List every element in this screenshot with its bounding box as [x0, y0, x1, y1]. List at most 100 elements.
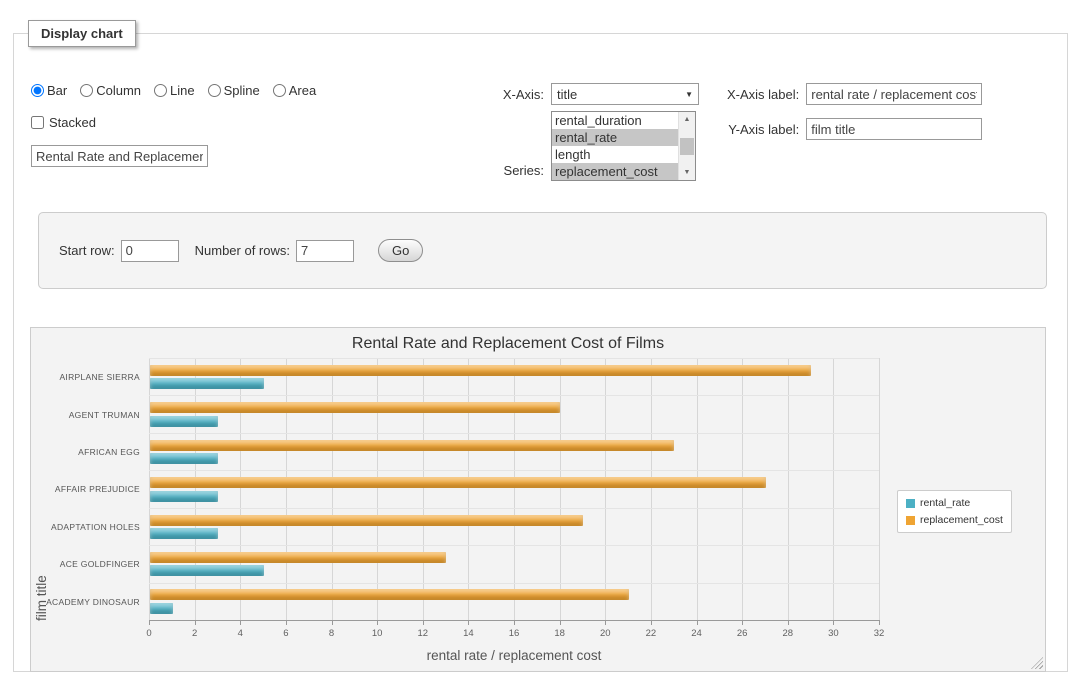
chart-type-column[interactable]: Column	[80, 83, 141, 98]
x-tick-mark	[423, 620, 424, 625]
series-option-rental_rate[interactable]: rental_rate	[552, 129, 678, 146]
x-tick-mark	[833, 620, 834, 625]
category-label: ADAPTATION HOLES	[51, 522, 140, 532]
category-label: AGENT TRUMAN	[69, 410, 140, 420]
x-axis-select-value: title	[557, 87, 577, 102]
chart-title-input[interactable]	[31, 145, 208, 167]
legend-item-rental_rate[interactable]: rental_rate	[906, 497, 1003, 509]
chart-category-row: AFFAIR PREJUDICE	[149, 470, 879, 507]
x-tick-mark	[195, 620, 196, 625]
x-tick-label: 18	[554, 628, 565, 639]
start-row-label: Start row:	[59, 243, 115, 258]
chart-type-label: Line	[170, 83, 195, 98]
x-tick-label: 26	[737, 628, 748, 639]
scrollbar-thumb[interactable]	[680, 138, 694, 155]
x-tick-label: 0	[146, 628, 151, 639]
x-tick-label: 32	[874, 628, 885, 639]
chart-category-row: ACADEMY DINOSAUR	[149, 583, 879, 620]
x-tick-mark	[514, 620, 515, 625]
x-axis-title: rental rate / replacement cost	[149, 648, 879, 663]
y-axis-label-label: Y-Axis label:	[728, 122, 799, 137]
chart-type-label: Bar	[47, 83, 67, 98]
x-tick-mark	[651, 620, 652, 625]
scrollbar-track[interactable]	[679, 127, 695, 165]
chart-type-radio-spline[interactable]	[208, 84, 221, 97]
x-tick-mark	[468, 620, 469, 625]
bar-rental_rate	[150, 453, 218, 464]
x-tick-mark	[605, 620, 606, 625]
category-label: AFRICAN EGG	[78, 447, 140, 457]
x-tick-label: 2	[192, 628, 197, 639]
display-chart-panel: Display chart BarColumnLineSplineArea St…	[13, 20, 1068, 672]
chart-category-row: ACE GOLDFINGER	[149, 545, 879, 582]
x-tick-mark	[149, 620, 150, 625]
chart-type-radio-column[interactable]	[80, 84, 93, 97]
chart-type-label: Spline	[224, 83, 260, 98]
x-tick-mark	[560, 620, 561, 625]
x-tick-mark	[788, 620, 789, 625]
bar-replacement_cost	[150, 552, 446, 563]
series-options: rental_durationrental_ratelengthreplacem…	[552, 112, 678, 180]
series-listbox[interactable]: rental_durationrental_ratelengthreplacem…	[551, 111, 696, 181]
axis-labels-column: X-Axis label: Y-Axis label:	[727, 83, 982, 140]
bar-rental_rate	[150, 491, 218, 502]
stacked-checkbox[interactable]	[31, 116, 44, 129]
x-tick-label: 20	[600, 628, 611, 639]
gridline	[879, 358, 880, 620]
x-axis-select[interactable]: title ▼	[551, 83, 699, 105]
chart-options-column: Bar Column Line Spline Area Stacked	[31, 83, 316, 167]
chart-category-row: AFRICAN EGG	[149, 433, 879, 470]
chart-type-radio-area[interactable]	[273, 84, 286, 97]
scroll-up-icon[interactable]: ▲	[679, 112, 695, 127]
bar-replacement_cost	[150, 477, 766, 488]
bar-replacement_cost	[150, 365, 811, 376]
chart-type-radio-bar[interactable]	[31, 84, 44, 97]
chart-type-line[interactable]: Line	[154, 83, 195, 98]
resize-handle-icon[interactable]	[1031, 657, 1043, 669]
series-option-length[interactable]: length	[552, 146, 678, 163]
stacked-checkbox-row[interactable]: Stacked	[31, 115, 316, 130]
x-tick-label: 4	[238, 628, 243, 639]
chart-type-spline[interactable]: Spline	[208, 83, 260, 98]
go-button[interactable]: Go	[378, 239, 423, 262]
bar-rental_rate	[150, 378, 264, 389]
category-label: ACADEMY DINOSAUR	[46, 597, 140, 607]
category-label: ACE GOLDFINGER	[60, 559, 140, 569]
category-label: AFFAIR PREJUDICE	[55, 484, 140, 494]
chart-type-radio-line[interactable]	[154, 84, 167, 97]
x-tick-label: 12	[417, 628, 428, 639]
x-tick-label: 28	[782, 628, 793, 639]
x-axis-label-label: X-Axis label:	[727, 87, 799, 102]
y-axis-label-input[interactable]	[806, 118, 982, 140]
x-tick-mark	[742, 620, 743, 625]
chart-category-row: AIRPLANE SIERRA	[149, 358, 879, 395]
x-tick-label: 16	[509, 628, 520, 639]
x-tick-label: 10	[372, 628, 383, 639]
series-listbox-scrollbar[interactable]: ▲ ▼	[678, 112, 695, 180]
x-axis-label-input[interactable]	[806, 83, 982, 105]
scroll-down-icon[interactable]: ▼	[679, 165, 695, 180]
chart-type-area[interactable]: Area	[273, 83, 316, 98]
chevron-down-icon: ▼	[685, 90, 693, 99]
x-tick-mark	[377, 620, 378, 625]
x-tick-label: 22	[646, 628, 657, 639]
plot-area: 02468101214161820222426283032AIRPLANE SI…	[149, 358, 879, 621]
bar-replacement_cost	[150, 402, 560, 413]
series-option-rental_duration[interactable]: rental_duration	[552, 112, 678, 129]
bar-rental_rate	[150, 528, 218, 539]
x-tick-mark	[879, 620, 880, 625]
chart-legend: rental_rate replacement_cost	[897, 490, 1012, 533]
number-of-rows-input[interactable]	[296, 240, 354, 262]
legend-item-replacement_cost[interactable]: replacement_cost	[906, 514, 1003, 526]
x-tick-label: 6	[283, 628, 288, 639]
chart: Rental Rate and Replacement Cost of Film…	[31, 328, 1045, 671]
series-option-replacement_cost[interactable]: replacement_cost	[552, 163, 678, 180]
x-tick-mark	[697, 620, 698, 625]
x-tick-label: 24	[691, 628, 702, 639]
start-row-input[interactable]	[121, 240, 179, 262]
page: Display chart BarColumnLineSplineArea St…	[0, 0, 1081, 681]
chart-type-label: Column	[96, 83, 141, 98]
chart-type-bar[interactable]: Bar	[31, 83, 67, 98]
legend-swatch	[906, 516, 915, 525]
x-axis-select-label: X-Axis:	[503, 87, 544, 102]
